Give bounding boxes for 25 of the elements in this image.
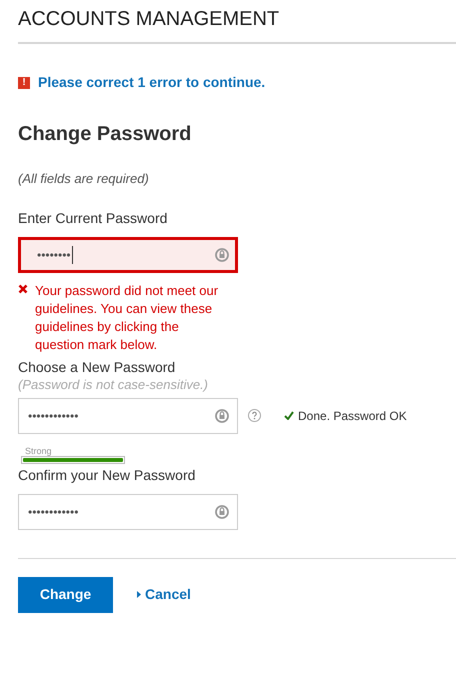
required-note: (All fields are required) xyxy=(18,170,150,188)
password-field[interactable]: •••••••• xyxy=(18,236,238,272)
cancel-link[interactable]: Cancel xyxy=(137,584,191,605)
error-message: Your password did not meet our guidelines. You can view these guidelines by clicking the question mark below. xyxy=(35,282,220,354)
form-title: Change Password xyxy=(18,122,192,147)
field-label: Confirm your New Password xyxy=(18,466,196,484)
error-summary: Please correct 1 error to continue. xyxy=(38,73,266,92)
change-button[interactable]: Change xyxy=(18,576,113,612)
check-icon xyxy=(284,411,294,420)
field-label: Choose a New Password xyxy=(18,358,176,376)
text-cursor xyxy=(72,246,73,264)
error-icon: ! xyxy=(18,76,30,88)
strength-label: Strong xyxy=(25,446,53,456)
password-field[interactable]: •••••••••••• xyxy=(18,398,238,434)
page-title: ACCOUNTS MANAGEMENT xyxy=(18,7,280,32)
password-status: Done. Password OK xyxy=(298,408,407,424)
password-field[interactable]: •••••••••••• xyxy=(18,494,238,530)
field-hint: (Password is not case-sensitive.) xyxy=(18,376,210,392)
help-icon[interactable] xyxy=(248,409,261,422)
field-value: •••••••• xyxy=(37,248,71,260)
field-label: Enter Current Password xyxy=(18,208,168,226)
caret-icon xyxy=(137,591,141,598)
field-value: •••••••••••• xyxy=(28,410,78,422)
error-x-icon xyxy=(18,284,28,294)
field-value: •••••••••••• xyxy=(28,506,78,518)
